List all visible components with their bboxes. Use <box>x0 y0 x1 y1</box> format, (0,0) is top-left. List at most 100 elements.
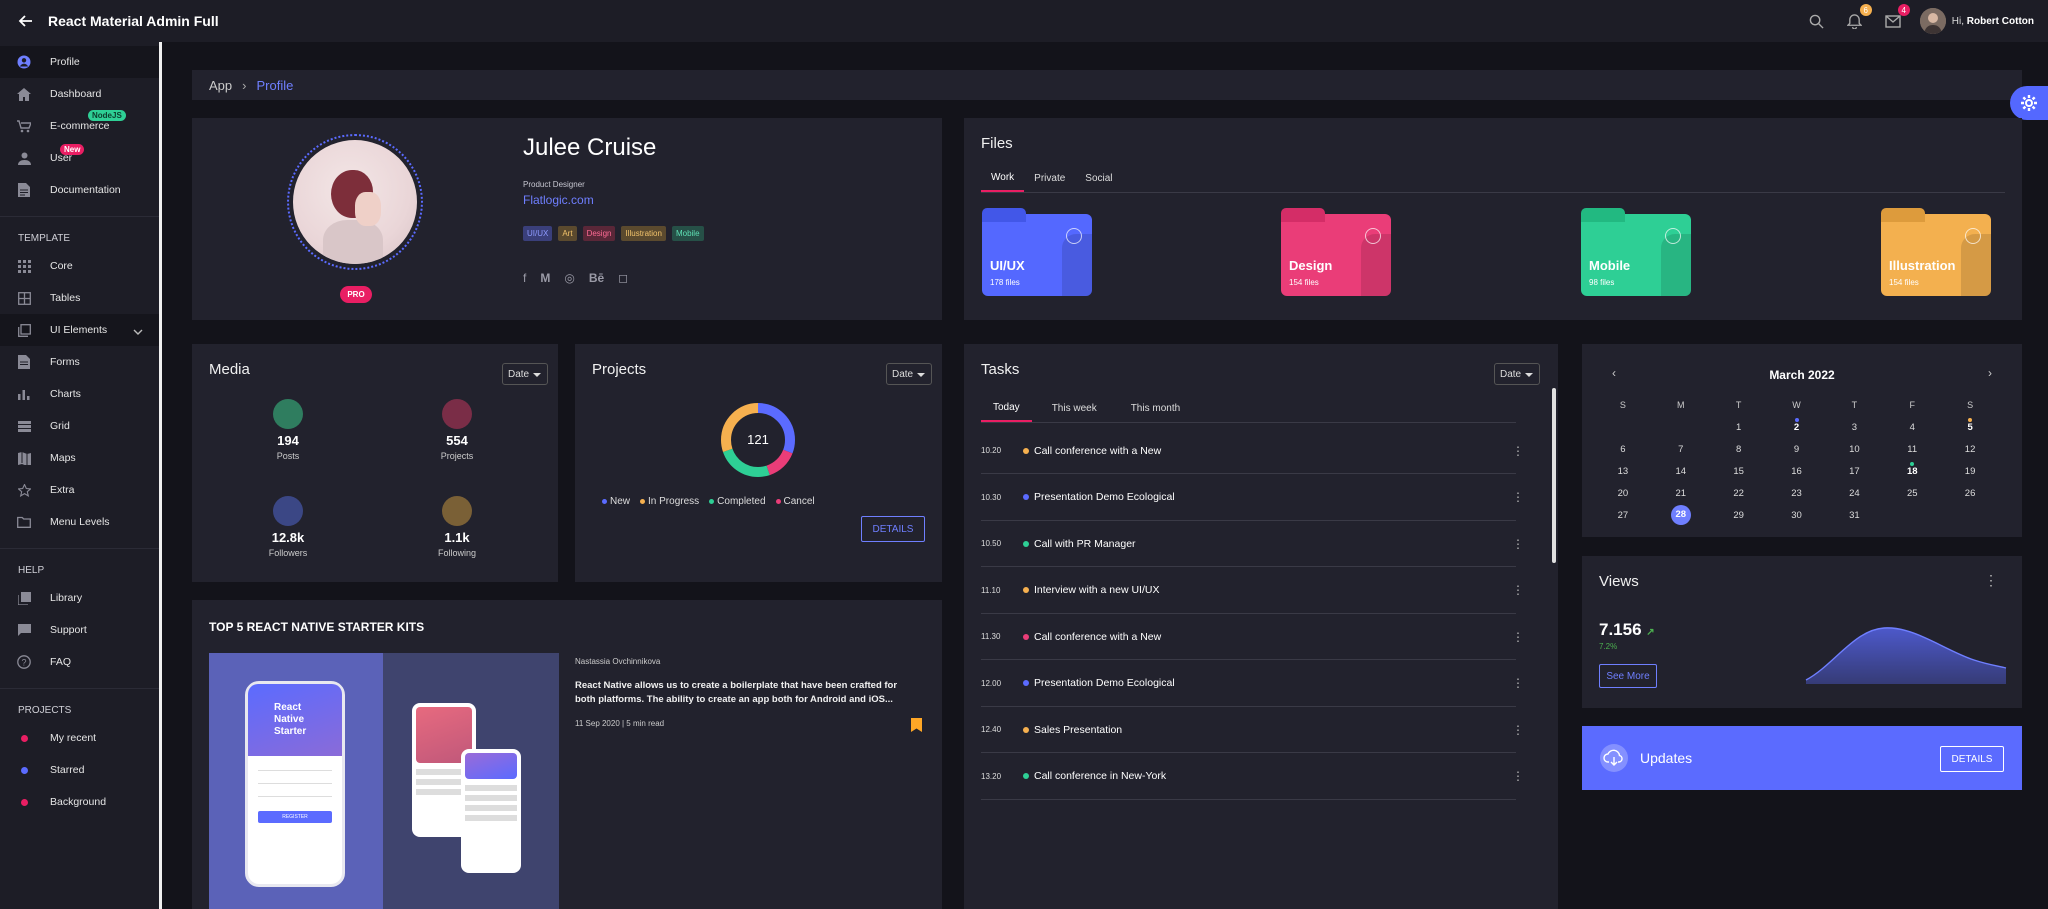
sidebar-item-dashboard[interactable]: Dashboard <box>0 78 159 110</box>
tag-art[interactable]: Art <box>558 226 577 241</box>
folder-illustration[interactable]: Illustration 154 files <box>1881 208 1991 296</box>
tasks-date-select[interactable]: Date <box>1494 363 1540 385</box>
profile-website-link[interactable]: Flatlogic.com <box>523 193 594 207</box>
task-row[interactable]: 11.30 Call conference with a New ⋮ <box>981 614 1524 660</box>
sidebar-item-support[interactable]: Support <box>0 614 159 646</box>
calendar-day[interactable]: 29 <box>1710 510 1768 521</box>
bookmark-icon[interactable] <box>911 718 922 732</box>
tag-design[interactable]: Design <box>582 226 616 241</box>
sidebar-item-charts[interactable]: Charts <box>0 378 159 410</box>
sidebar-item-library[interactable]: Library <box>0 582 159 614</box>
calendar-day[interactable]: 22 <box>1710 488 1768 499</box>
medium-icon[interactable]: M <box>540 271 550 285</box>
calendar-day[interactable]: 18 <box>1883 461 1941 477</box>
tab-work[interactable]: Work <box>981 164 1025 192</box>
media-date-select[interactable]: Date <box>502 363 548 385</box>
calendar-day[interactable]: 3 <box>1825 422 1883 433</box>
sidebar-item-core[interactable]: Core <box>0 250 159 282</box>
sidebar-item-profile[interactable]: Profile <box>0 46 159 78</box>
sidebar-item-forms[interactable]: Forms <box>0 346 159 378</box>
tag-mobile[interactable]: Mobile <box>671 226 704 241</box>
task-row[interactable]: 10.30 Presentation Demo Ecological ⋮ <box>981 475 1524 521</box>
projects-details-button[interactable]: DETAILS <box>861 516 925 542</box>
tab-social[interactable]: Social <box>1075 164 1122 192</box>
search-icon[interactable] <box>1806 10 1828 32</box>
calendar-day[interactable]: 14 <box>1652 466 1710 477</box>
tag-uiux[interactable]: UI/UX <box>523 226 553 241</box>
notifications-bell-icon[interactable]: 6 <box>1844 4 1872 32</box>
dribbble-icon[interactable]: ◎ <box>564 271 574 285</box>
views-more-icon[interactable]: ⋮ <box>1984 572 1998 589</box>
mail-icon[interactable]: 4 <box>1882 4 1910 32</box>
tab-this-week[interactable]: This week <box>1032 394 1117 422</box>
calendar-day[interactable]: 23 <box>1768 488 1826 499</box>
calendar-day[interactable]: 6 <box>1594 444 1652 455</box>
tasks-scrollbar[interactable] <box>1552 388 1556 563</box>
more-vert-icon[interactable]: ⋮ <box>1512 676 1524 690</box>
facebook-icon[interactable]: f <box>523 271 526 285</box>
calendar-day[interactable]: 8 <box>1710 444 1768 455</box>
sidebar-item-user[interactable]: User New <box>0 142 159 174</box>
task-row[interactable]: 12.00 Presentation Demo Ecological ⋮ <box>981 661 1524 707</box>
task-row[interactable]: 10.20 Call conference with a New ⋮ <box>981 428 1524 474</box>
tab-today[interactable]: Today <box>981 394 1032 422</box>
tag-illustration[interactable]: Illustration <box>621 226 666 241</box>
calendar-day[interactable]: 11 <box>1883 444 1941 455</box>
calendar-day[interactable]: 27 <box>1594 510 1652 521</box>
updates-details-button[interactable]: DETAILS <box>1940 746 2004 772</box>
sidebar-item-menu-levels[interactable]: Menu Levels <box>0 506 159 538</box>
calendar-day[interactable]: 26 <box>1941 488 1999 499</box>
calendar-day[interactable]: 28 <box>1652 505 1710 525</box>
calendar-day[interactable]: 21 <box>1652 488 1710 499</box>
sidebar-item-tables[interactable]: Tables <box>0 282 159 314</box>
settings-gear-icon[interactable] <box>2010 86 2048 120</box>
projects-date-select[interactable]: Date <box>886 363 932 385</box>
more-vert-icon[interactable]: ⋮ <box>1512 490 1524 504</box>
calendar-day[interactable]: 9 <box>1768 444 1826 455</box>
calendar-day[interactable]: 10 <box>1825 444 1883 455</box>
calendar-day[interactable]: 4 <box>1883 422 1941 433</box>
calendar-day[interactable]: 2 <box>1768 417 1826 433</box>
sidebar-item-starred[interactable]: Starred <box>0 754 159 786</box>
folder-uiux[interactable]: UI/UX 178 files <box>982 208 1092 296</box>
more-vert-icon[interactable]: ⋮ <box>1512 444 1524 458</box>
sidebar-item-background[interactable]: Background <box>0 786 159 818</box>
task-row[interactable]: 11.10 Interview with a new UI/UX ⋮ <box>981 568 1524 614</box>
calendar-day[interactable]: 15 <box>1710 466 1768 477</box>
more-vert-icon[interactable]: ⋮ <box>1512 537 1524 551</box>
more-vert-icon[interactable]: ⋮ <box>1512 723 1524 737</box>
more-vert-icon[interactable]: ⋮ <box>1512 769 1524 783</box>
calendar-day[interactable]: 5 <box>1941 417 1999 433</box>
user-avatar[interactable] <box>1919 8 1946 34</box>
calendar-day[interactable]: 12 <box>1941 444 1999 455</box>
tab-private[interactable]: Private <box>1024 164 1075 192</box>
calendar-day[interactable]: 13 <box>1594 466 1652 477</box>
calendar-day[interactable]: 16 <box>1768 466 1826 477</box>
breadcrumb-root[interactable]: App <box>209 78 232 93</box>
calendar-day[interactable]: 7 <box>1652 444 1710 455</box>
task-row[interactable]: 12.40 Sales Presentation ⋮ <box>981 707 1524 753</box>
calendar-next-icon[interactable]: › <box>1988 366 1992 380</box>
back-arrow-icon[interactable] <box>12 7 40 35</box>
calendar-day[interactable]: 19 <box>1941 466 1999 477</box>
calendar-day[interactable]: 20 <box>1594 488 1652 499</box>
calendar-day[interactable]: 17 <box>1825 466 1883 477</box>
calendar-day[interactable]: 31 <box>1825 510 1883 521</box>
sidebar-item-ui-elements[interactable]: UI Elements <box>0 314 159 346</box>
more-vert-icon[interactable]: ⋮ <box>1512 630 1524 644</box>
instagram-icon[interactable]: ◻ <box>618 271 628 285</box>
sidebar-item-extra[interactable]: Extra <box>0 474 159 506</box>
sidebar-item-maps[interactable]: Maps <box>0 442 159 474</box>
sidebar-item-my-recent[interactable]: My recent <box>0 722 159 754</box>
article-image[interactable]: React Native Starter REGISTER <box>209 653 559 909</box>
task-row[interactable]: 13.20 Call conference in New-York ⋮ <box>981 754 1524 800</box>
sidebar-item-grid[interactable]: Grid <box>0 410 159 442</box>
folder-design[interactable]: Design 154 files <box>1281 208 1391 296</box>
folder-mobile[interactable]: Mobile 98 files <box>1581 208 1691 296</box>
task-row[interactable]: 10.50 Call with PR Manager ⋮ <box>981 521 1524 567</box>
sidebar-item-faq[interactable]: ? FAQ <box>0 646 159 678</box>
more-vert-icon[interactable]: ⋮ <box>1512 583 1524 597</box>
calendar-day[interactable]: 24 <box>1825 488 1883 499</box>
calendar-day[interactable]: 25 <box>1883 488 1941 499</box>
calendar-day[interactable]: 1 <box>1710 422 1768 433</box>
